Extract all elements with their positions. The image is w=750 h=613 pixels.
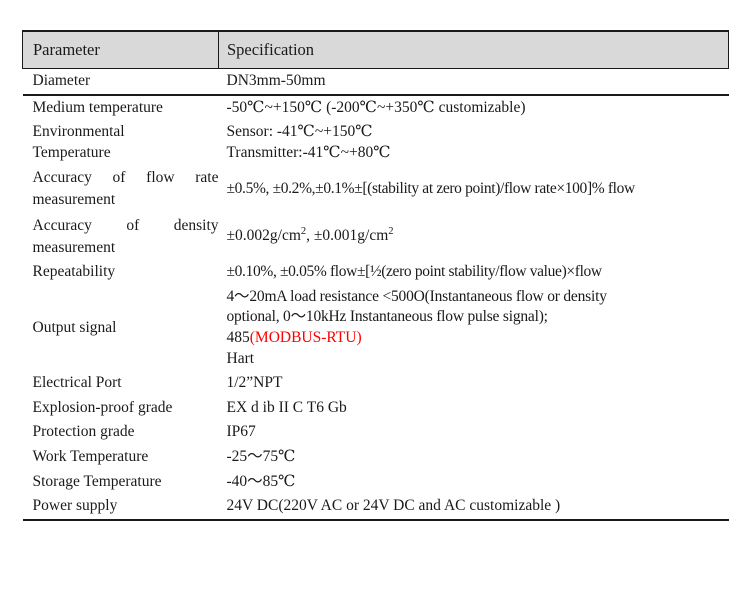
table-body: Diameter DN3mm-50mm Medium temperature -…	[22, 68, 729, 521]
specification-table: Parameter Specification Diameter DN3mm-5…	[22, 30, 729, 521]
table-row-output-signal: Output signal 4～20mA load resistance <50…	[23, 285, 729, 371]
parameter-environmental-temperature-line1: Environmental	[32, 123, 125, 141]
parameter-accuracy-density: Accuracy of density measurement	[23, 213, 219, 260]
table-header-row: Parameter Specification	[22, 30, 729, 69]
specification-accuracy-density-middle: , ±0.001g/cm	[306, 227, 389, 245]
table-row-repeatability: Repeatability ±0.10%, ±0.05% flow±[½(zer…	[23, 260, 729, 285]
specification-output-signal-485: 485	[226, 329, 250, 347]
specification-electrical-port: 1/2”NPT	[226, 374, 283, 392]
parameter-environmental-temperature: Environmental Temperature	[23, 120, 219, 165]
specification-storage-temperature: -40～85℃	[226, 472, 296, 490]
parameter-storage-temperature: Storage Temperature	[32, 472, 162, 490]
specification-output-signal-line3: 485(MODBUS-RTU)	[227, 328, 729, 349]
specification-protection-grade: IP67	[226, 423, 256, 441]
parameter-environmental-temperature-line2: Temperature	[32, 143, 111, 161]
parameter-accuracy-flow-rate: Accuracy of flow rate measurement	[23, 165, 219, 212]
specification-transmitter-temperature: Transmitter:-41℃~+80℃	[226, 143, 391, 161]
specification-accuracy-density-exponent-2: 2	[388, 226, 394, 238]
specification-accuracy-density-prefix: ±0.002g/cm	[226, 227, 301, 245]
table-row-electrical-port: Electrical Port 1/2”NPT	[23, 371, 729, 396]
parameter-medium-temperature: Medium temperature	[32, 98, 163, 116]
specification-output-signal-line4: Hart	[226, 349, 255, 367]
specification-medium-temperature: -50℃~+150℃ (-200℃~+350℃ customizable)	[226, 98, 526, 116]
specification-output-signal: 4～20mA load resistance <500O(Instantaneo…	[219, 285, 729, 371]
table-row-environmental-temperature: Environmental Temperature Sensor: -41℃~+…	[23, 120, 729, 165]
specification-output-signal-line1: 4～20mA load resistance <500O(Instantaneo…	[226, 287, 607, 305]
parameter-electrical-port: Electrical Port	[32, 374, 122, 392]
parameter-output-signal: Output signal	[32, 318, 117, 336]
specification-accuracy-density: ±0.002g/cm2, ±0.001g/cm2	[219, 213, 729, 260]
specification-work-temperature: -25～75℃	[226, 448, 296, 466]
column-header-parameter: Parameter	[22, 30, 219, 69]
table-row-explosion-proof-grade: Explosion-proof grade EX d ib II C T6 Gb	[23, 396, 729, 421]
parameter-protection-grade: Protection grade	[32, 423, 135, 441]
table-row-diameter: Diameter DN3mm-50mm	[22, 68, 729, 96]
column-header-specification: Specification	[218, 30, 729, 69]
specification-output-signal-modbus: (MODBUS-RTU)	[249, 329, 362, 347]
specification-environmental-temperature: Sensor: -41℃~+150℃ Transmitter:-41℃~+80℃	[219, 120, 729, 165]
parameter-accuracy-density-line1: Accuracy of density	[32, 216, 219, 234]
specification-output-signal-line2: optional, 0～10kHz Instantaneous flow pul…	[226, 308, 548, 326]
document-page: Parameter Specification Diameter DN3mm-5…	[0, 0, 750, 613]
specification-power-supply: 24V DC(220V AC or 24V DC and AC customiz…	[218, 494, 729, 521]
parameter-power-supply: Power supply	[22, 494, 219, 521]
parameter-accuracy-flow-rate-line1: Accuracy of flow rate	[32, 169, 219, 187]
specification-sensor-temperature: Sensor: -41℃~+150℃	[226, 123, 373, 141]
table-row-accuracy-flow-rate: Accuracy of flow rate measurement ±0.5%,…	[23, 165, 729, 212]
parameter-accuracy-flow-rate-line2: measurement	[32, 191, 116, 209]
table-row-accuracy-density: Accuracy of density measurement ±0.002g/…	[23, 213, 729, 260]
specification-accuracy-flow-rate: ±0.5%, ±0.2%,±0.1%±[(stability at zero p…	[226, 179, 636, 197]
table-row-storage-temperature: Storage Temperature -40～85℃	[23, 470, 729, 495]
specification-repeatability: ±0.10%, ±0.05% flow±[½(zero point stabil…	[226, 263, 603, 281]
table-row-power-supply: Power supply 24V DC(220V AC or 24V DC an…	[22, 494, 729, 521]
table-header: Parameter Specification	[22, 30, 729, 69]
table-row-work-temperature: Work Temperature -25～75℃	[23, 445, 729, 470]
table-row-medium-temperature: Medium temperature -50℃~+150℃ (-200℃~+35…	[23, 95, 729, 121]
parameter-explosion-proof-grade: Explosion-proof grade	[32, 398, 173, 416]
specification-explosion-proof-grade: EX d ib II C T6 Gb	[226, 398, 347, 416]
parameter-accuracy-density-line2: measurement	[32, 238, 116, 256]
table-row-protection-grade: Protection grade IP67	[23, 420, 729, 445]
specification-diameter: DN3mm-50mm	[218, 68, 729, 96]
parameter-diameter: Diameter	[22, 68, 219, 96]
parameter-repeatability: Repeatability	[32, 263, 116, 281]
parameter-work-temperature: Work Temperature	[32, 448, 149, 466]
